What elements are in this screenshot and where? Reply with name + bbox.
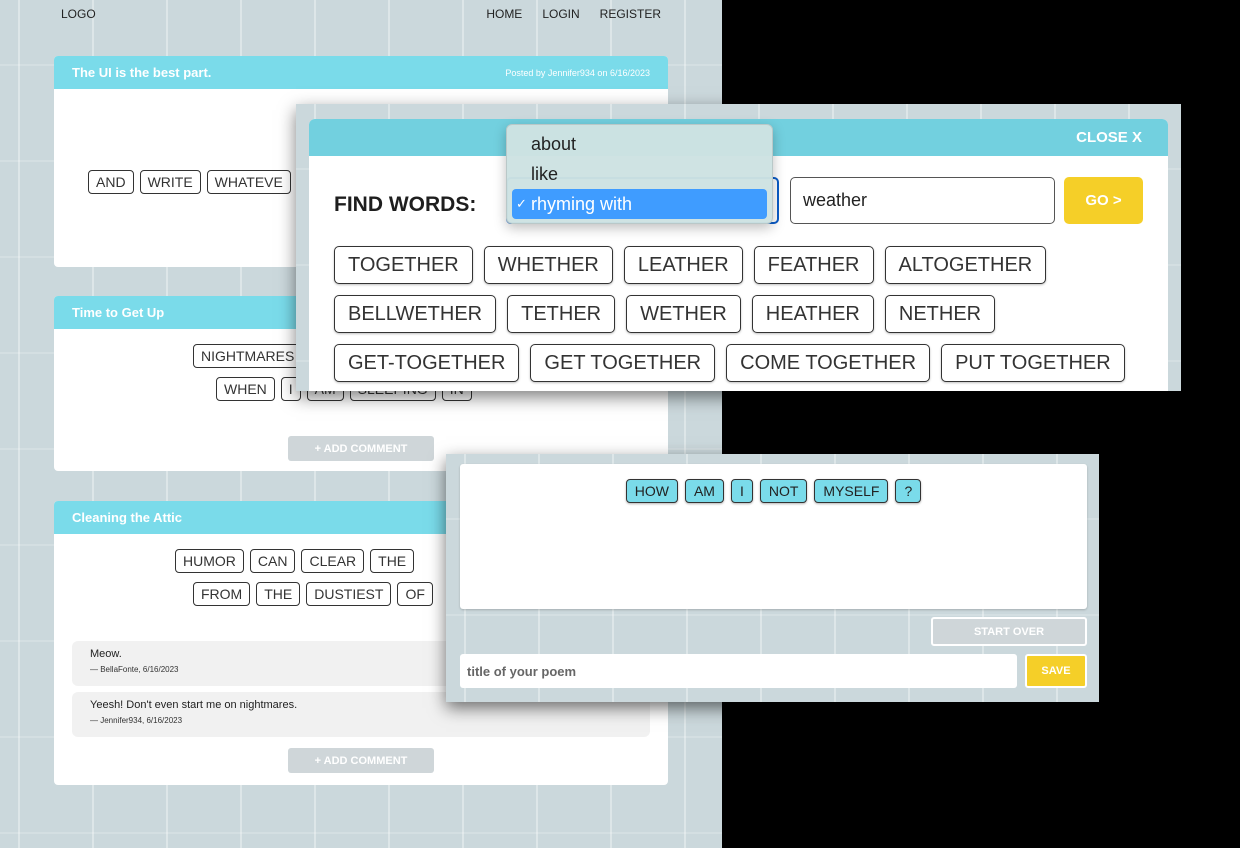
start-over-button[interactable]: START OVER (931, 617, 1087, 646)
word-chip: WHEN (216, 377, 275, 401)
option-about[interactable]: about (512, 129, 767, 159)
poem-title-input[interactable]: title of your poem (460, 654, 1017, 688)
result-word[interactable]: PUT TOGETHER (941, 344, 1125, 382)
result-word[interactable]: HEATHER (751, 295, 874, 333)
comment-author: — Jennifer934, 6/16/2023 (90, 716, 183, 725)
word-chip: HUMOR (175, 549, 244, 573)
word-chip: CAN (249, 549, 296, 573)
result-word[interactable]: ALTOGETHER (884, 246, 1047, 284)
nav-register[interactable]: REGISTER (600, 7, 661, 21)
result-word[interactable]: WETHER (626, 295, 741, 333)
word-chip: AND (88, 170, 134, 194)
post-title: The UI is the best part. (72, 65, 212, 80)
top-nav: LOGO HOME LOGIN REGISTER (0, 0, 722, 28)
poem-builder-screenshot: HOW AM I NOT MYSELF ? START OVER title o… (446, 454, 1099, 702)
option-rhyming-with[interactable]: ✓ rhyming with (512, 189, 767, 219)
poem-word[interactable]: NOT (759, 479, 808, 503)
word-chip: NIGHTMARES (193, 344, 303, 368)
add-comment-button[interactable]: + ADD COMMENT (288, 436, 434, 461)
poem-word[interactable]: MYSELF (814, 479, 889, 503)
poem-word[interactable]: ? (895, 479, 922, 503)
option-label: like (531, 163, 559, 184)
post-title: Cleaning the Attic (72, 510, 183, 525)
poem-board[interactable]: HOW AM I NOT MYSELF ? (460, 464, 1087, 609)
post-title: Time to Get Up (72, 305, 165, 320)
go-button[interactable]: GO > (1064, 177, 1143, 224)
result-word[interactable]: LEATHER (623, 246, 743, 284)
option-label: rhyming with (531, 193, 633, 214)
results-list: TOGETHER WHETHER LEATHER FEATHER ALTOGET… (334, 246, 1154, 391)
result-word[interactable]: GET-TOGETHER (334, 344, 520, 382)
add-comment-button[interactable]: + ADD COMMENT (288, 748, 434, 773)
result-word[interactable]: NETHER (884, 295, 996, 333)
word-input[interactable]: weather (790, 177, 1055, 224)
logo[interactable]: LOGO (61, 7, 96, 21)
word-chip: THE (370, 549, 415, 573)
poem-word[interactable]: I (730, 479, 753, 503)
word-chip: THE (256, 582, 301, 606)
word-chip: FROM (193, 582, 251, 606)
word-chip: WRITE (139, 170, 201, 194)
result-word[interactable]: COME TOGETHER (726, 344, 931, 382)
checkmark-icon: ✓ (516, 196, 527, 211)
word-chip: DUSTIEST (306, 582, 392, 606)
word-chip: WHATEVE (206, 170, 291, 194)
result-word[interactable]: BELLWETHER (334, 295, 497, 333)
poem-word[interactable]: AM (684, 479, 724, 503)
result-word[interactable]: TOGETHER (334, 246, 473, 284)
nav-login[interactable]: LOGIN (542, 7, 579, 21)
save-button[interactable]: SAVE (1025, 654, 1087, 688)
find-words-label: FIND WORDS: (334, 193, 477, 216)
poem-word[interactable]: HOW (625, 479, 678, 503)
result-word[interactable]: GET TOGETHER (530, 344, 716, 382)
result-word[interactable]: TETHER (507, 295, 616, 333)
option-like[interactable]: like (512, 159, 767, 189)
word-chip: CLEAR (301, 549, 365, 573)
nav-home[interactable]: HOME (486, 7, 522, 21)
mode-dropdown-menu: about like ✓ rhyming with (506, 124, 773, 224)
post-header: The UI is the best part. Posted by Jenni… (54, 56, 668, 89)
result-word[interactable]: WHETHER (483, 246, 613, 284)
option-label: about (531, 133, 577, 154)
result-word[interactable]: FEATHER (753, 246, 874, 284)
post-meta: Posted by Jennifer934 on 6/16/2023 (505, 67, 650, 78)
close-button[interactable]: CLOSE X (1076, 129, 1142, 146)
word-chip: OF (397, 582, 433, 606)
